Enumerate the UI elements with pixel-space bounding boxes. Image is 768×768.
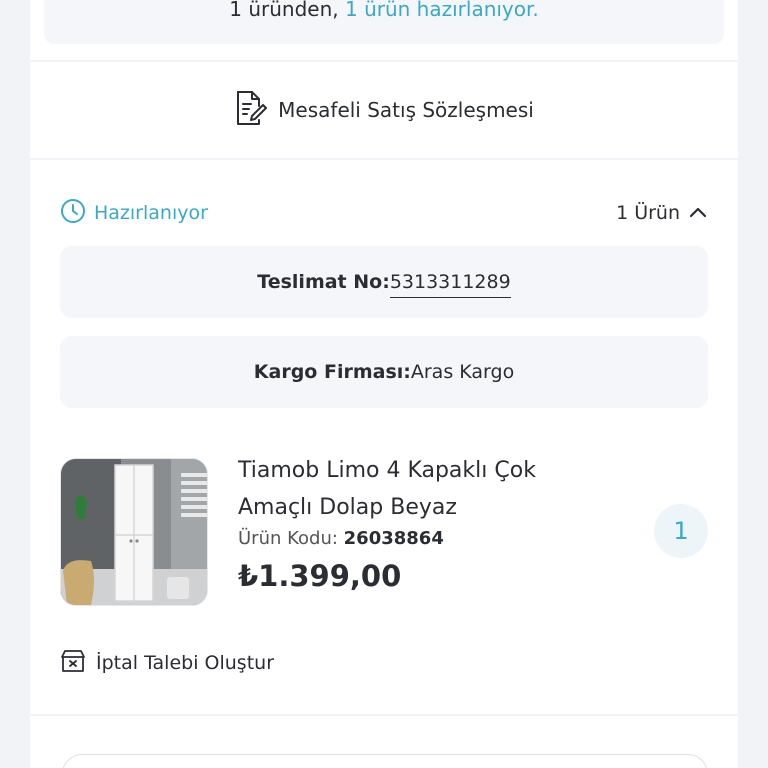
quantity-badge: 1 [654, 504, 708, 558]
status-label: Hazırlanıyor [94, 202, 208, 224]
document-edit-icon [234, 90, 268, 131]
order-status: Hazırlanıyor [60, 198, 208, 229]
order-summary-box: 1 üründen, 1 ürün hazırlanıyor. [44, 0, 724, 44]
item-count-label: 1 Ürün [616, 202, 680, 224]
cargo-company-box: Kargo Firması: Aras Kargo [60, 336, 708, 408]
box-cancel-icon [60, 649, 86, 678]
bottom-action-button[interactable] [62, 754, 708, 768]
contract-panel: Mesafeli Satış Sözleşmesi [30, 62, 738, 158]
cargo-label: Kargo Firması: [253, 361, 411, 383]
product-info: Tiamob Limo 4 Kapaklı Çok Amaçlı Dolap B… [238, 452, 598, 593]
product-code: Ürün Kodu: 26038864 [238, 528, 598, 549]
delivery-number-link[interactable]: 5313311289 [389, 271, 511, 298]
product-name[interactable]: Tiamob Limo 4 Kapaklı Çok Amaçlı Dolap B… [238, 452, 598, 526]
delivery-label: Teslimat No: [257, 271, 390, 293]
product-code-value: 26038864 [343, 528, 444, 549]
chevron-up-icon [688, 202, 708, 224]
product-price: ₺1.399,00 [238, 559, 402, 593]
bottom-panel [30, 716, 738, 768]
product-image[interactable] [60, 458, 208, 606]
delivery-number-box: Teslimat No: 5313311289 [60, 246, 708, 318]
summary-highlight: 1 ürün hazırlanıyor. [344, 0, 539, 21]
cancel-request-label: İptal Talebi Oluştur [96, 652, 275, 674]
distance-sales-contract-link[interactable]: Mesafeli Satış Sözleşmesi [30, 90, 738, 131]
order-summary-panel: 1 üründen, 1 ürün hazırlanıyor. [30, 0, 738, 60]
order-status-row: Hazırlanıyor 1 Ürün [60, 198, 708, 228]
contract-label: Mesafeli Satış Sözleşmesi [278, 98, 534, 122]
cargo-value: Aras Kargo [410, 361, 515, 383]
summary-prefix: 1 üründen, [229, 0, 345, 21]
create-cancel-request-button[interactable]: İptal Talebi Oluştur [60, 648, 274, 678]
product-code-label: Ürün Kodu: [238, 528, 344, 549]
collapse-toggle[interactable]: 1 Ürün [616, 202, 708, 224]
clock-icon [60, 198, 86, 229]
order-panel: Hazırlanıyor 1 Ürün Teslimat No: 5313311… [30, 160, 738, 714]
